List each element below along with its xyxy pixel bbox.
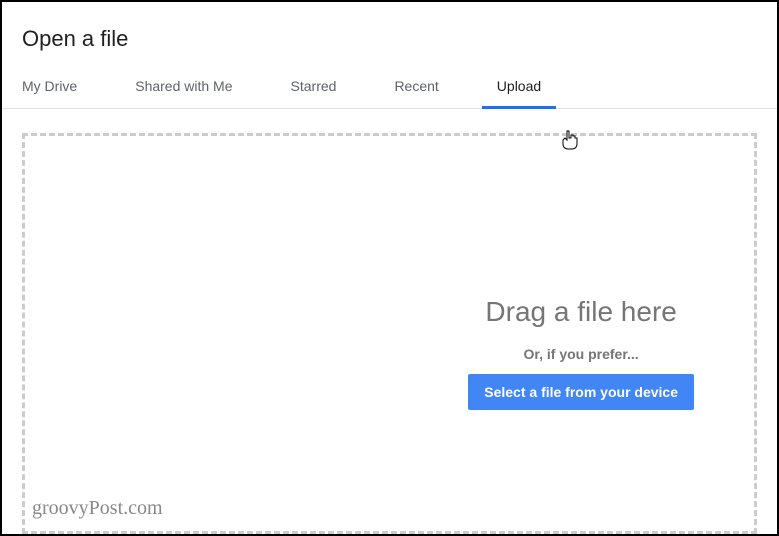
drop-subtext: Or, if you prefer... xyxy=(468,346,694,362)
tab-upload[interactable]: Upload xyxy=(497,70,541,108)
tab-my-drive[interactable]: My Drive xyxy=(22,70,77,108)
select-file-button[interactable]: Select a file from your device xyxy=(468,374,694,410)
content-area: Drag a file here Or, if you prefer... Se… xyxy=(2,109,777,534)
tab-recent[interactable]: Recent xyxy=(394,70,438,108)
open-file-dialog: Open a file My Drive Shared with Me Star… xyxy=(2,2,777,534)
tab-shared-with-me[interactable]: Shared with Me xyxy=(135,70,232,108)
drop-heading: Drag a file here xyxy=(468,296,694,328)
tab-starred[interactable]: Starred xyxy=(291,70,337,108)
tab-bar: My Drive Shared with Me Starred Recent U… xyxy=(2,70,777,109)
file-drop-zone[interactable]: Drag a file here Or, if you prefer... Se… xyxy=(22,133,757,534)
dialog-title: Open a file xyxy=(2,2,777,70)
pointer-cursor-icon xyxy=(562,130,578,150)
drop-content: Drag a file here Or, if you prefer... Se… xyxy=(468,296,694,410)
watermark: groovyPost.com xyxy=(32,497,163,520)
